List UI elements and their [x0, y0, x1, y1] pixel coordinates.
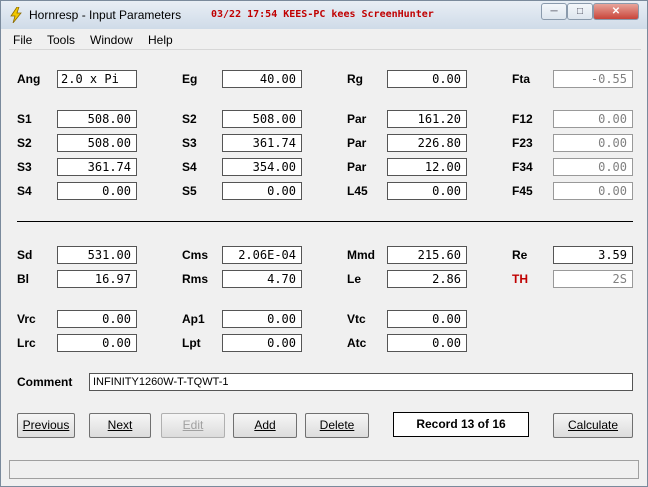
status-bar [9, 460, 639, 479]
label-vtc: Vtc [347, 312, 366, 326]
label-cms: Cms [182, 248, 209, 262]
label-par-2: Par [347, 136, 367, 150]
field-f34: 0.00 [553, 158, 633, 176]
record-indicator: Record 13 of 16 [393, 412, 529, 437]
field-vtc[interactable]: 0.00 [387, 310, 467, 328]
label-l45: L45 [347, 184, 368, 198]
field-ang[interactable]: 2.0 x Pi [57, 70, 137, 88]
field-l45[interactable]: 0.00 [387, 182, 467, 200]
label-th: TH [512, 272, 528, 286]
field-le[interactable]: 2.86 [387, 270, 467, 288]
label-s3-b: S3 [17, 160, 32, 174]
previous-button-label: Previous [22, 418, 70, 432]
delete-button-label: Delete [319, 418, 355, 432]
field-sd[interactable]: 531.00 [57, 246, 137, 264]
main-window: Hornresp - Input Parameters 03/22 17:54 … [0, 0, 648, 487]
label-f45: F45 [512, 184, 533, 198]
label-s2-b: S2 [17, 136, 32, 150]
field-par-2[interactable]: 226.80 [387, 134, 467, 152]
label-fta: Fta [512, 72, 530, 86]
label-f12: F12 [512, 112, 533, 126]
window-title: Hornresp - Input Parameters [29, 8, 182, 22]
label-s4-b: S4 [17, 184, 32, 198]
field-vrc[interactable]: 0.00 [57, 310, 137, 328]
field-th[interactable]: 2S [553, 270, 633, 288]
label-sd: Sd [17, 248, 33, 262]
field-atc[interactable]: 0.00 [387, 334, 467, 352]
delete-button[interactable]: Delete [305, 413, 369, 438]
capture-overlay-text: 03/22 17:54 KEES-PC kees ScreenHunter [211, 9, 434, 20]
field-re[interactable]: 3.59 [553, 246, 633, 264]
calculate-button-label: Calculate [567, 418, 619, 432]
label-ap1: Ap1 [182, 312, 205, 326]
label-s5: S5 [182, 184, 197, 198]
menu-tools[interactable]: Tools [47, 33, 75, 47]
label-eg: Eg [182, 72, 198, 86]
lightning-icon [10, 7, 22, 23]
field-rg[interactable]: 0.00 [387, 70, 467, 88]
field-s1[interactable]: 508.00 [57, 110, 137, 128]
label-rms: Rms [182, 272, 209, 286]
comment-field[interactable]: INFINITY1260W-T-TQWT-1 [89, 373, 633, 391]
field-mmd[interactable]: 215.60 [387, 246, 467, 264]
field-s4[interactable]: 354.00 [222, 158, 302, 176]
label-par-3: Par [347, 160, 367, 174]
field-cms[interactable]: 2.06E-04 [222, 246, 302, 264]
close-button[interactable]: ✕ [593, 3, 639, 20]
section-divider [17, 221, 633, 222]
field-f45: 0.00 [553, 182, 633, 200]
field-s4-b[interactable]: 0.00 [57, 182, 137, 200]
label-bl: Bl [17, 272, 29, 286]
previous-button[interactable]: Previous [17, 413, 75, 438]
field-par-1[interactable]: 161.20 [387, 110, 467, 128]
field-fta: -0.55 [553, 70, 633, 88]
label-re: Re [512, 248, 528, 262]
minimize-button[interactable]: ─ [541, 3, 567, 20]
field-eg[interactable]: 40.00 [222, 70, 302, 88]
label-par-1: Par [347, 112, 367, 126]
parameters-panel: Ang 2.0 x Pi Eg 40.00 Rg 0.00 Fta -0.55 … [9, 50, 641, 457]
title-bar[interactable]: Hornresp - Input Parameters 03/22 17:54 … [1, 1, 647, 29]
menu-file[interactable]: File [13, 33, 32, 47]
field-ap1[interactable]: 0.00 [222, 310, 302, 328]
label-s2: S2 [182, 112, 197, 126]
label-vrc: Vrc [17, 312, 36, 326]
label-f34: F34 [512, 160, 533, 174]
field-f23: 0.00 [553, 134, 633, 152]
label-s3: S3 [182, 136, 197, 150]
calculate-button[interactable]: Calculate [553, 413, 633, 438]
label-rg: Rg [347, 72, 363, 86]
label-mmd: Mmd [347, 248, 375, 262]
menu-help[interactable]: Help [148, 33, 173, 47]
label-atc: Atc [347, 336, 367, 350]
maximize-button[interactable]: □ [567, 3, 593, 20]
label-f23: F23 [512, 136, 533, 150]
field-s5[interactable]: 0.00 [222, 182, 302, 200]
field-s3[interactable]: 361.74 [222, 134, 302, 152]
field-s2[interactable]: 508.00 [222, 110, 302, 128]
label-lrc: Lrc [17, 336, 36, 350]
next-button[interactable]: Next [89, 413, 151, 438]
field-lpt[interactable]: 0.00 [222, 334, 302, 352]
label-comment: Comment [17, 375, 73, 389]
field-s3-b[interactable]: 361.74 [57, 158, 137, 176]
edit-button-label: Edit [182, 418, 204, 432]
field-bl[interactable]: 16.97 [57, 270, 137, 288]
edit-button: Edit [161, 413, 225, 438]
menu-window[interactable]: Window [90, 33, 133, 47]
add-button-label: Add [254, 418, 276, 432]
label-le: Le [347, 272, 362, 286]
next-button-label: Next [107, 418, 133, 432]
label-ang: Ang [17, 72, 41, 86]
label-s1: S1 [17, 112, 32, 126]
field-rms[interactable]: 4.70 [222, 270, 302, 288]
field-s2-b[interactable]: 508.00 [57, 134, 137, 152]
field-f12: 0.00 [553, 110, 633, 128]
add-button[interactable]: Add [233, 413, 297, 438]
label-s4: S4 [182, 160, 197, 174]
field-lrc[interactable]: 0.00 [57, 334, 137, 352]
label-lpt: Lpt [182, 336, 201, 350]
field-par-3[interactable]: 12.00 [387, 158, 467, 176]
menu-bar: File Tools Window Help [9, 31, 641, 50]
